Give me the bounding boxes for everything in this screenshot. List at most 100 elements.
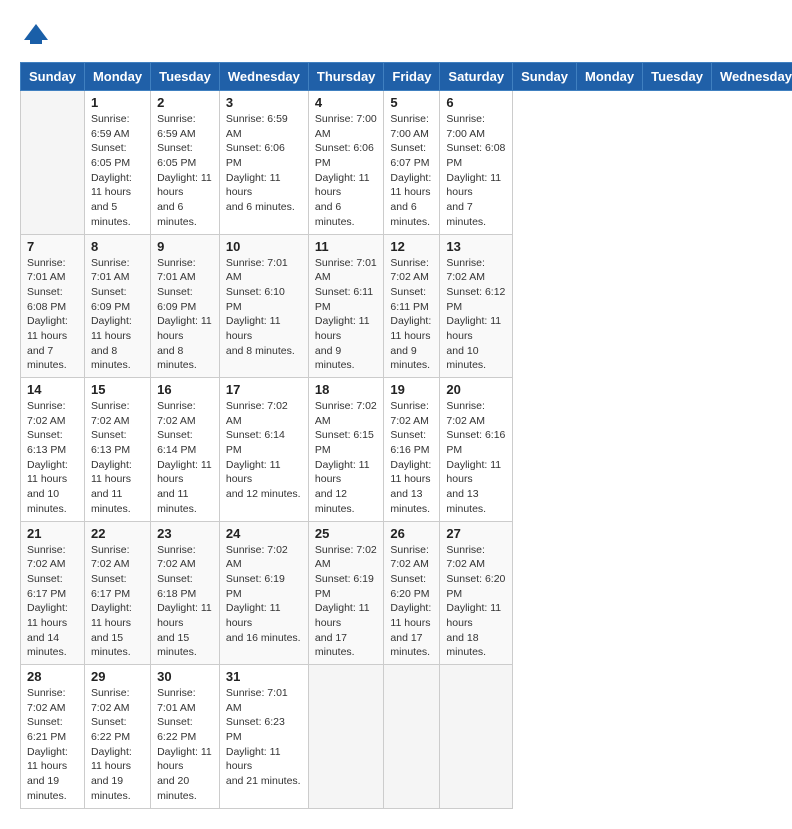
day-number: 18 xyxy=(315,382,378,397)
page-header xyxy=(20,20,772,52)
day-number: 20 xyxy=(446,382,506,397)
calendar-cell: 14 Sunrise: 7:02 AM Sunset: 6:13 PM Dayli… xyxy=(21,378,85,522)
day-info: Sunrise: 6:59 AM Sunset: 6:05 PM Dayligh… xyxy=(91,112,144,230)
calendar-cell: 3 Sunrise: 6:59 AM Sunset: 6:06 PM Daylig… xyxy=(219,91,308,235)
day-number: 25 xyxy=(315,526,378,541)
day-info: Sunrise: 7:02 AM Sunset: 6:11 PM Dayligh… xyxy=(390,256,433,374)
week-row-5: 28Sunrise: 7:02 AM Sunset: 6:21 PM Dayli… xyxy=(21,665,792,809)
day-info: Sunrise: 7:00 AM Sunset: 6:06 PM Dayligh… xyxy=(315,112,378,230)
day-info: Sunrise: 7:02 AM Sunset: 6:15 PM Dayligh… xyxy=(315,399,378,517)
calendar-cell: 16Sunrise: 7:02 AM Sunset: 6:14 PM Dayli… xyxy=(151,378,220,522)
day-number: 19 xyxy=(390,382,433,397)
header-wednesday: Wednesday xyxy=(219,63,308,91)
header-tuesday: Tuesday xyxy=(151,63,220,91)
calendar-cell xyxy=(384,665,440,809)
day-info: Sunrise: 6:59 AM Sunset: 6:05 PM Dayligh… xyxy=(157,112,213,230)
day-number: 17 xyxy=(226,382,302,397)
day-info: Sunrise: 7:02 AM Sunset: 6:17 PM Dayligh… xyxy=(27,543,78,661)
calendar-cell: 19 Sunrise: 7:02 AM Sunset: 6:16 PM Dayli… xyxy=(384,378,440,522)
day-info: Sunrise: 7:01 AM Sunset: 6:10 PM Dayligh… xyxy=(226,256,302,359)
day-info: Sunrise: 7:02 AM Sunset: 6:19 PM Dayligh… xyxy=(226,543,302,646)
calendar-cell: 9 Sunrise: 7:01 AM Sunset: 6:09 PM Daylig… xyxy=(151,234,220,378)
calendar-cell: 29Sunrise: 7:02 AM Sunset: 6:22 PM Dayli… xyxy=(84,665,150,809)
day-info: Sunrise: 7:02 AM Sunset: 6:20 PM Dayligh… xyxy=(446,543,506,661)
day-info: Sunrise: 7:02 AM Sunset: 6:16 PM Dayligh… xyxy=(446,399,506,517)
calendar-cell: 28Sunrise: 7:02 AM Sunset: 6:21 PM Dayli… xyxy=(21,665,85,809)
calendar-cell xyxy=(308,665,384,809)
day-number: 14 xyxy=(27,382,78,397)
header-friday: Friday xyxy=(384,63,440,91)
day-info: Sunrise: 7:02 AM Sunset: 6:22 PM Dayligh… xyxy=(91,686,144,804)
calendar-cell: 12 Sunrise: 7:02 AM Sunset: 6:11 PM Dayli… xyxy=(384,234,440,378)
week-row-1: 1 Sunrise: 6:59 AM Sunset: 6:05 PM Daylig… xyxy=(21,91,792,235)
day-number: 27 xyxy=(446,526,506,541)
calendar-cell: 23Sunrise: 7:02 AM Sunset: 6:18 PM Dayli… xyxy=(151,521,220,665)
day-number: 15 xyxy=(91,382,144,397)
day-info: Sunrise: 7:02 AM Sunset: 6:18 PM Dayligh… xyxy=(157,543,213,661)
header-sunday: Sunday xyxy=(513,63,577,91)
day-info: Sunrise: 7:01 AM Sunset: 6:09 PM Dayligh… xyxy=(91,256,144,374)
day-number: 7 xyxy=(27,239,78,254)
day-info: Sunrise: 7:02 AM Sunset: 6:20 PM Dayligh… xyxy=(390,543,433,661)
day-info: Sunrise: 7:01 AM Sunset: 6:22 PM Dayligh… xyxy=(157,686,213,804)
day-number: 2 xyxy=(157,95,213,110)
day-info: Sunrise: 7:01 AM Sunset: 6:09 PM Dayligh… xyxy=(157,256,213,374)
header-sunday: Sunday xyxy=(21,63,85,91)
calendar-cell: 5Sunrise: 7:00 AM Sunset: 6:07 PM Daylig… xyxy=(384,91,440,235)
day-number: 30 xyxy=(157,669,213,684)
header-monday: Monday xyxy=(84,63,150,91)
calendar-cell: 4 Sunrise: 7:00 AM Sunset: 6:06 PM Daylig… xyxy=(308,91,384,235)
calendar-cell: 1 Sunrise: 6:59 AM Sunset: 6:05 PM Daylig… xyxy=(84,91,150,235)
day-number: 4 xyxy=(315,95,378,110)
logo-icon xyxy=(20,20,52,52)
calendar-cell: 11Sunrise: 7:01 AM Sunset: 6:11 PM Dayli… xyxy=(308,234,384,378)
header-thursday: Thursday xyxy=(308,63,384,91)
day-number: 31 xyxy=(226,669,302,684)
calendar-header-row: SundayMondayTuesdayWednesdayThursdayFrid… xyxy=(21,63,792,91)
header-monday: Monday xyxy=(577,63,643,91)
day-info: Sunrise: 7:02 AM Sunset: 6:14 PM Dayligh… xyxy=(226,399,302,502)
day-info: Sunrise: 7:01 AM Sunset: 6:11 PM Dayligh… xyxy=(315,256,378,374)
day-number: 22 xyxy=(91,526,144,541)
day-info: Sunrise: 6:59 AM Sunset: 6:06 PM Dayligh… xyxy=(226,112,302,215)
day-info: Sunrise: 7:02 AM Sunset: 6:19 PM Dayligh… xyxy=(315,543,378,661)
calendar-cell: 21 Sunrise: 7:02 AM Sunset: 6:17 PM Dayli… xyxy=(21,521,85,665)
calendar-cell: 25 Sunrise: 7:02 AM Sunset: 6:19 PM Dayli… xyxy=(308,521,384,665)
week-row-4: 21 Sunrise: 7:02 AM Sunset: 6:17 PM Dayli… xyxy=(21,521,792,665)
calendar-cell: 22Sunrise: 7:02 AM Sunset: 6:17 PM Dayli… xyxy=(84,521,150,665)
day-info: Sunrise: 7:02 AM Sunset: 6:13 PM Dayligh… xyxy=(27,399,78,517)
day-number: 9 xyxy=(157,239,213,254)
day-info: Sunrise: 7:02 AM Sunset: 6:13 PM Dayligh… xyxy=(91,399,144,517)
calendar-cell: 7 Sunrise: 7:01 AM Sunset: 6:08 PM Daylig… xyxy=(21,234,85,378)
calendar-cell: 10 Sunrise: 7:01 AM Sunset: 6:10 PM Dayli… xyxy=(219,234,308,378)
day-number: 1 xyxy=(91,95,144,110)
day-number: 10 xyxy=(226,239,302,254)
day-info: Sunrise: 7:01 AM Sunset: 6:08 PM Dayligh… xyxy=(27,256,78,374)
day-number: 13 xyxy=(446,239,506,254)
calendar-cell: 6Sunrise: 7:00 AM Sunset: 6:08 PM Daylig… xyxy=(440,91,513,235)
calendar-cell xyxy=(21,91,85,235)
week-row-3: 14 Sunrise: 7:02 AM Sunset: 6:13 PM Dayli… xyxy=(21,378,792,522)
day-number: 12 xyxy=(390,239,433,254)
calendar-cell: 13Sunrise: 7:02 AM Sunset: 6:12 PM Dayli… xyxy=(440,234,513,378)
calendar-cell: 2 Sunrise: 6:59 AM Sunset: 6:05 PM Daylig… xyxy=(151,91,220,235)
calendar-cell: 17 Sunrise: 7:02 AM Sunset: 6:14 PM Dayli… xyxy=(219,378,308,522)
day-info: Sunrise: 7:02 AM Sunset: 6:16 PM Dayligh… xyxy=(390,399,433,517)
calendar-cell: 18 Sunrise: 7:02 AM Sunset: 6:15 PM Dayli… xyxy=(308,378,384,522)
calendar-cell: 15 Sunrise: 7:02 AM Sunset: 6:13 PM Dayli… xyxy=(84,378,150,522)
day-number: 21 xyxy=(27,526,78,541)
day-info: Sunrise: 7:01 AM Sunset: 6:23 PM Dayligh… xyxy=(226,686,302,789)
calendar-cell: 27 Sunrise: 7:02 AM Sunset: 6:20 PM Dayli… xyxy=(440,521,513,665)
day-info: Sunrise: 7:00 AM Sunset: 6:08 PM Dayligh… xyxy=(446,112,506,230)
calendar-cell: 20 Sunrise: 7:02 AM Sunset: 6:16 PM Dayli… xyxy=(440,378,513,522)
calendar-table: SundayMondayTuesdayWednesdayThursdayFrid… xyxy=(20,62,792,809)
calendar-cell: 30 Sunrise: 7:01 AM Sunset: 6:22 PM Dayli… xyxy=(151,665,220,809)
day-info: Sunrise: 7:02 AM Sunset: 6:14 PM Dayligh… xyxy=(157,399,213,517)
day-number: 3 xyxy=(226,95,302,110)
day-number: 26 xyxy=(390,526,433,541)
calendar-cell: 26 Sunrise: 7:02 AM Sunset: 6:20 PM Dayli… xyxy=(384,521,440,665)
header-tuesday: Tuesday xyxy=(643,63,712,91)
day-number: 28 xyxy=(27,669,78,684)
week-row-2: 7 Sunrise: 7:01 AM Sunset: 6:08 PM Daylig… xyxy=(21,234,792,378)
header-saturday: Saturday xyxy=(440,63,513,91)
